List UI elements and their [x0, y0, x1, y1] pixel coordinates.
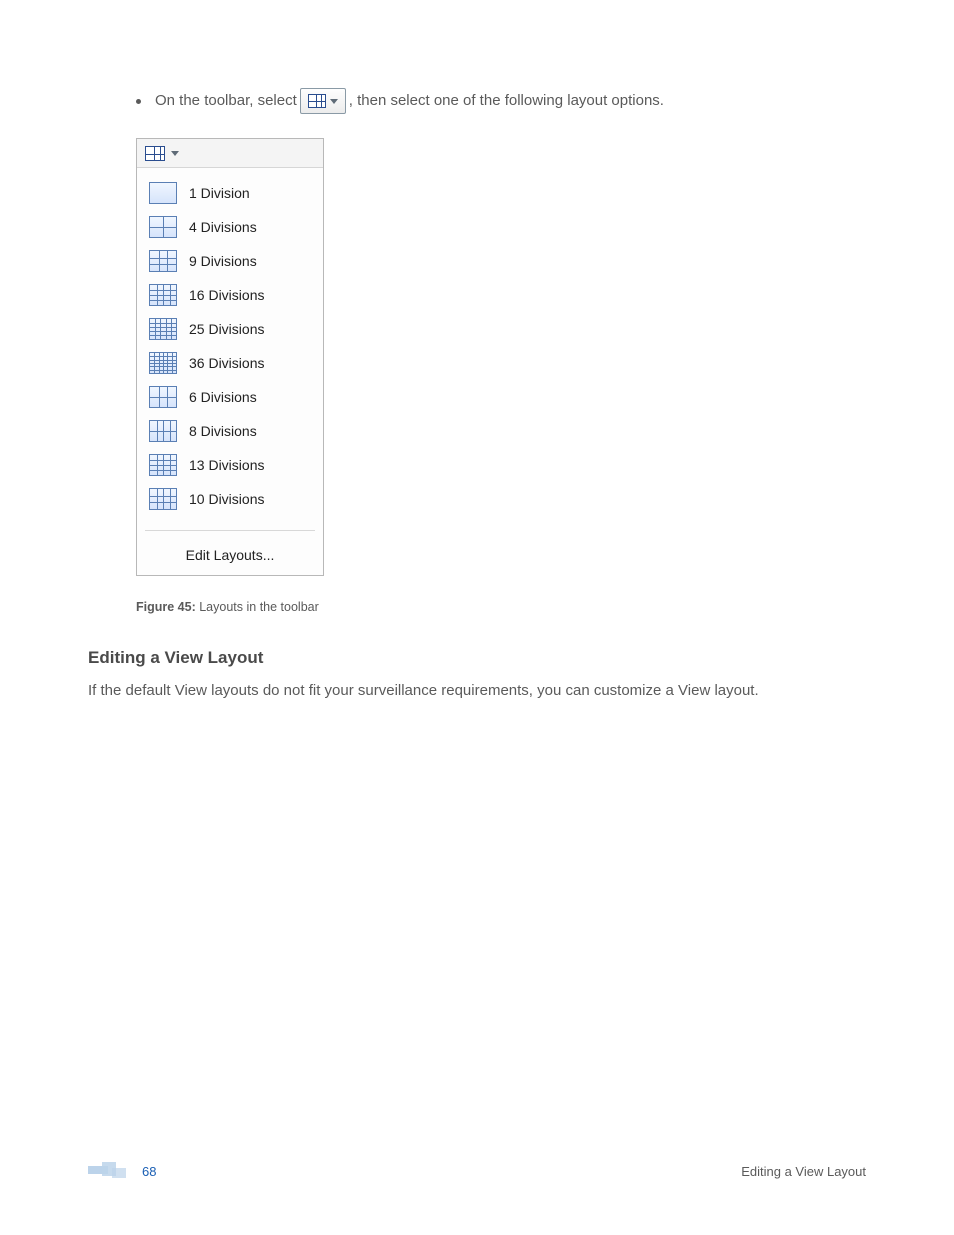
layout-grid-icon [308, 94, 326, 108]
layout-option-item[interactable]: 16 Divisions [137, 278, 323, 312]
footer-left: 68 [88, 1162, 156, 1180]
layout-options-list: 1 Division 4 Divisions 9 Divisions 16 Divis… [137, 168, 323, 524]
layout-option-label: 6 Divisions [189, 389, 257, 405]
layout-option-label: 16 Divisions [189, 287, 264, 303]
section-heading: Editing a View Layout [88, 648, 866, 668]
layout-option-item[interactable]: 10 Divisions [137, 482, 323, 516]
edit-layouts-menu-item[interactable]: Edit Layouts... [137, 537, 323, 575]
layout-division-icon [149, 182, 177, 204]
menu-separator [145, 530, 315, 531]
instruction-suffix: , then select one of the following layou… [349, 90, 664, 112]
layout-option-item[interactable]: 6 Divisions [137, 380, 323, 414]
layout-toolbar-button-inline[interactable] [300, 88, 346, 114]
chevron-down-icon [171, 151, 179, 156]
layout-option-label: 36 Divisions [189, 355, 264, 371]
layout-option-item[interactable]: 9 Divisions [137, 244, 323, 278]
layout-option-label: 13 Divisions [189, 457, 264, 473]
layout-division-icon [149, 216, 177, 238]
layout-division-icon [149, 454, 177, 476]
layout-option-item[interactable]: 25 Divisions [137, 312, 323, 346]
page-footer: 68 Editing a View Layout [88, 1159, 866, 1183]
figure-caption: Figure 45: Layouts in the toolbar [136, 600, 866, 614]
layout-option-label: 8 Divisions [189, 423, 257, 439]
chevron-down-icon [330, 99, 338, 104]
layout-division-icon [149, 386, 177, 408]
instruction-prefix: On the toolbar, select [155, 90, 297, 112]
bullet-dot-icon [136, 99, 141, 104]
layout-option-label: 9 Divisions [189, 253, 257, 269]
instruction-bullet: On the toolbar, select , then select one… [136, 88, 866, 114]
layout-division-icon [149, 488, 177, 510]
layout-option-label: 1 Division [189, 185, 250, 201]
layout-option-item[interactable]: 4 Divisions [137, 210, 323, 244]
layout-division-icon [149, 250, 177, 272]
footer-section-title: Editing a View Layout [741, 1164, 866, 1179]
figure-caption-text: Layouts in the toolbar [199, 600, 319, 614]
section-body: If the default View layouts do not fit y… [88, 682, 866, 699]
footer-logo-icon [88, 1162, 134, 1180]
layout-option-label: 4 Divisions [189, 219, 257, 235]
layout-division-icon [149, 420, 177, 442]
layout-division-icon [149, 318, 177, 340]
layout-option-item[interactable]: 13 Divisions [137, 448, 323, 482]
layout-dropdown-panel: 1 Division 4 Divisions 9 Divisions 16 Divis… [136, 138, 324, 576]
layout-division-icon [149, 284, 177, 306]
page-number: 68 [142, 1164, 156, 1179]
layout-grid-icon [145, 146, 165, 161]
layout-division-icon [149, 352, 177, 374]
layout-option-item[interactable]: 36 Divisions [137, 346, 323, 380]
layout-option-item[interactable]: 1 Division [137, 176, 323, 210]
layout-option-label: 25 Divisions [189, 321, 264, 337]
layout-option-label: 10 Divisions [189, 491, 264, 507]
layout-dropdown-header-button[interactable] [137, 139, 323, 168]
figure-label: Figure 45: [136, 600, 196, 614]
layout-option-item[interactable]: 8 Divisions [137, 414, 323, 448]
edit-layouts-label: Edit Layouts... [186, 547, 275, 563]
